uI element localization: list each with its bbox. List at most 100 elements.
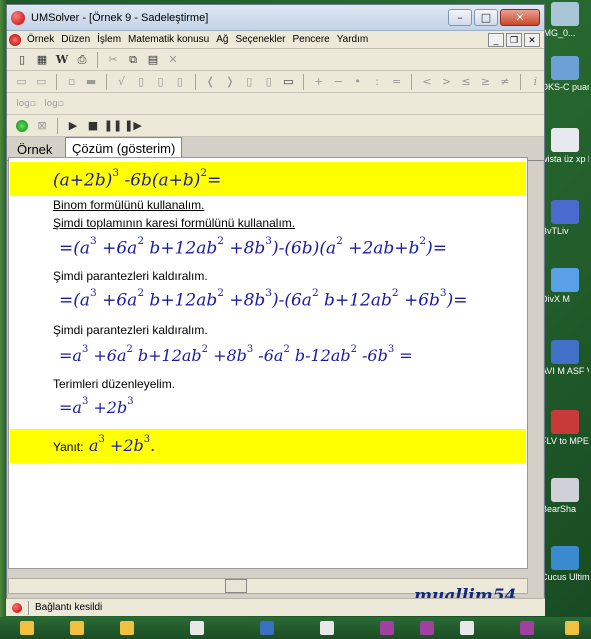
toolbar-log: log▫ log▫	[7, 93, 544, 115]
pause-icon[interactable]: ❚❚	[104, 117, 122, 135]
desktop-icon[interactable]: BvTLiv	[541, 200, 589, 237]
document-icon[interactable]	[9, 33, 21, 46]
desktop-icon[interactable]: OKS-C puan he	[541, 56, 589, 93]
dots-icon[interactable]: ▭	[280, 73, 297, 91]
equals-icon[interactable]: =	[388, 73, 405, 91]
step-text-3: Şimdi parantezleri kaldıralım.	[53, 269, 208, 283]
mdi-controls: _ ❐ ✕	[488, 32, 544, 47]
taskbar-icon[interactable]	[120, 621, 134, 635]
menu-ag[interactable]: Ağ	[216, 34, 235, 45]
taskbar-icon[interactable]	[420, 621, 434, 635]
mdi-close-button[interactable]: ✕	[524, 32, 540, 47]
square-bracket-icon[interactable]: ▯	[260, 73, 277, 91]
expression-step-4: =a3 +2b3	[59, 396, 134, 417]
record-icon[interactable]	[13, 117, 31, 135]
minus-icon[interactable]: −	[329, 73, 346, 91]
dot-icon[interactable]: •	[349, 73, 366, 91]
menu-bar: Örnek Düzen İşlem Matematik konusu Ağ Se…	[7, 31, 544, 49]
taskbar-icon[interactable]	[460, 621, 474, 635]
print-icon[interactable]: ⎙	[73, 51, 91, 69]
menu-pencere[interactable]: Pencere	[292, 34, 336, 45]
desktop-icon[interactable]: wista üz xp kurm	[541, 128, 589, 165]
bracket-icon[interactable]: ▯	[132, 73, 149, 91]
toolbar-separator	[57, 117, 58, 134]
log-base-icon[interactable]: log▫	[41, 95, 67, 113]
toolbar-separator	[194, 73, 196, 90]
toolbar-math: ▭ ▭ ▫ ▬ √ ▯ ▯ ▯ ❬ ❭ ▯ ▯ ▭ + − • : = < > …	[7, 71, 544, 93]
status-separator	[28, 600, 29, 615]
toolbar-run: ⊠ ▶ ■ ❚❚ ❚▶	[7, 115, 544, 137]
taskbar-icon[interactable]	[70, 621, 84, 635]
taskbar-icon[interactable]	[320, 621, 334, 635]
answer-highlight	[10, 429, 526, 463]
scroll-thumb[interactable]	[225, 579, 247, 593]
toolbar-main: ▯ ▦ W ⎙ ✂ ⧉ ▤ ✕	[7, 49, 544, 71]
taskbar-icon[interactable]	[20, 621, 34, 635]
greater-than-icon[interactable]: >	[438, 73, 455, 91]
mdi-minimize-button[interactable]: _	[488, 32, 504, 47]
log-icon[interactable]: log▫	[13, 95, 39, 113]
menu-islem[interactable]: İşlem	[97, 34, 128, 45]
status-bar: Bağlantı kesildi	[6, 598, 545, 616]
menu-duzen[interactable]: Düzen	[61, 34, 97, 45]
taskbar-icon[interactable]	[520, 621, 534, 635]
mdi-restore-button[interactable]: ❐	[506, 32, 522, 47]
left-paren-icon[interactable]: ❬	[202, 73, 219, 91]
brace-icon[interactable]: ▯	[241, 73, 258, 91]
stop-icon[interactable]: ■	[84, 117, 102, 135]
taskbar-area	[0, 617, 591, 639]
taskbar-icon[interactable]	[565, 621, 579, 635]
menu-secenekler[interactable]: Seçenekler	[235, 34, 292, 45]
minimize-button[interactable]: –	[448, 9, 472, 26]
play-icon[interactable]: ▶	[64, 117, 82, 135]
paren-icon[interactable]: ▯	[152, 73, 169, 91]
toolbar-separator	[303, 73, 304, 90]
fraction-icon[interactable]: ▬	[82, 73, 99, 91]
plus-icon[interactable]: +	[310, 73, 327, 91]
word-icon[interactable]: W	[53, 51, 71, 69]
answer-label: Yanıt:	[53, 440, 84, 454]
calculator-icon[interactable]: ▦	[33, 51, 51, 69]
greater-equal-icon[interactable]: ≥	[477, 73, 494, 91]
menu-yardim[interactable]: Yardım	[337, 34, 376, 45]
root-icon[interactable]: √	[113, 73, 130, 91]
toolbar-separator	[105, 73, 107, 90]
colon-icon[interactable]: :	[368, 73, 385, 91]
desktop-icons: IMG_0... OKS-C puan he wista üz xp kurm …	[541, 0, 591, 639]
desktop-icon[interactable]: BearSha	[541, 478, 589, 515]
menu-ornek[interactable]: Örnek	[27, 34, 61, 45]
menu-matematik[interactable]: Matematik konusu	[128, 34, 216, 45]
desktop-icon[interactable]: FLV to MPEG	[541, 410, 589, 447]
desktop-icon[interactable]: IMG_0...	[541, 2, 589, 39]
taskbar-icon[interactable]	[190, 621, 204, 635]
delete-icon[interactable]: ✕	[164, 51, 182, 69]
taskbar-icon[interactable]	[380, 621, 394, 635]
close-button[interactable]: ✕	[500, 9, 540, 26]
toolbar-separator	[411, 73, 413, 90]
solution-panel: (a+2b)3 -6b(a+b)2= Binom formülünü kulla…	[8, 157, 528, 569]
paste-icon[interactable]: ▤	[144, 51, 162, 69]
right-paren-icon[interactable]: ❭	[221, 73, 238, 91]
maximize-button[interactable]: □	[474, 9, 498, 26]
less-equal-icon[interactable]: ≤	[457, 73, 474, 91]
expression-problem: (a+2b)3 -6b(a+b)2=	[53, 167, 222, 191]
desktop-icon[interactable]: AVI M ASF V	[541, 340, 589, 377]
taskbar-icon[interactable]	[260, 621, 274, 635]
italic-i-icon[interactable]: i	[527, 73, 544, 91]
step-icon[interactable]: ❚▶	[124, 117, 142, 135]
copy-icon[interactable]: ⧉	[124, 51, 142, 69]
abs-icon[interactable]: ▯	[171, 73, 188, 91]
not-equal-icon[interactable]: ≠	[496, 73, 513, 91]
desktop-icon[interactable]: Cucus Ultimat	[541, 546, 589, 583]
less-than-icon[interactable]: <	[418, 73, 435, 91]
box-icon[interactable]: ▭	[32, 73, 49, 91]
desktop-icon[interactable]: DivX M	[541, 268, 589, 305]
cut-icon[interactable]: ✂	[104, 51, 122, 69]
title-bar[interactable]: UMSolver - [Örnek 9 - Sadeleştirme] – □ …	[7, 5, 544, 31]
expression-step-1: =(a3 +6a2 b+12ab2 +8b3)-(6b)(a2 +2ab+b2)…	[59, 235, 447, 259]
close-doc-icon[interactable]: ⊠	[33, 117, 51, 135]
matrix-icon[interactable]: ▭	[13, 73, 30, 91]
expression-step-2: =(a3 +6a2 b+12ab2 +8b3)-(6a2 b+12ab2 +6b…	[59, 287, 468, 311]
power-icon[interactable]: ▫	[63, 73, 80, 91]
new-file-icon[interactable]: ▯	[13, 51, 31, 69]
